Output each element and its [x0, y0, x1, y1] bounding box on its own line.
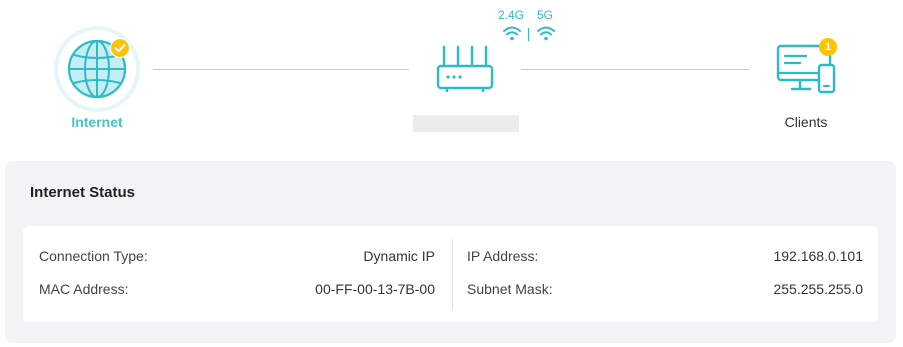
- band-label-2g: 2.4G: [498, 8, 525, 22]
- mac-address-label: MAC Address:: [39, 281, 129, 297]
- internet-node[interactable]: [54, 26, 140, 112]
- internet-status-panel: Internet Status Connection Type: Dynamic…: [5, 161, 896, 343]
- band-label-5g: 5G: [537, 8, 554, 22]
- connection-type-value: Dynamic IP: [363, 248, 435, 264]
- ip-address-row: IP Address: 192.168.0.101: [467, 248, 863, 266]
- subnet-mask-row: Subnet Mask: 255.255.255.0: [467, 281, 863, 299]
- status-column-left: Connection Type: Dynamic IP MAC Address:…: [39, 226, 435, 322]
- internet-label: Internet: [71, 114, 123, 130]
- clients-label: Clients: [784, 114, 828, 130]
- mac-address-row: MAC Address: 00-FF-00-13-7B-00: [39, 281, 435, 299]
- clients-count-badge: 1: [819, 38, 837, 56]
- column-divider: [452, 239, 453, 309]
- internet-status-card: Connection Type: Dynamic IP MAC Address:…: [23, 226, 878, 322]
- network-topology: Internet 2.4G 5G 1 Clients: [0, 0, 903, 150]
- router-name-placeholder: [413, 115, 519, 132]
- band-separator: [528, 28, 529, 41]
- mac-address-value: 00-FF-00-13-7B-00: [315, 281, 435, 297]
- wifi-icon: [503, 26, 521, 41]
- connection-type-label: Connection Type:: [39, 248, 148, 264]
- check-badge-icon: [110, 38, 130, 58]
- connection-line-router-clients: [521, 69, 749, 70]
- ip-address-label: IP Address:: [467, 248, 539, 264]
- panel-title: Internet Status: [30, 184, 136, 201]
- connection-line-internet-router: [153, 69, 409, 70]
- subnet-mask-value: 255.255.255.0: [773, 281, 863, 297]
- ip-address-value: 192.168.0.101: [773, 248, 863, 264]
- connection-type-row: Connection Type: Dynamic IP: [39, 248, 435, 266]
- router-icon[interactable]: [435, 44, 495, 96]
- subnet-mask-label: Subnet Mask:: [467, 281, 553, 297]
- wifi-icon: [537, 26, 555, 41]
- status-column-right: IP Address: 192.168.0.101 Subnet Mask: 2…: [467, 226, 863, 322]
